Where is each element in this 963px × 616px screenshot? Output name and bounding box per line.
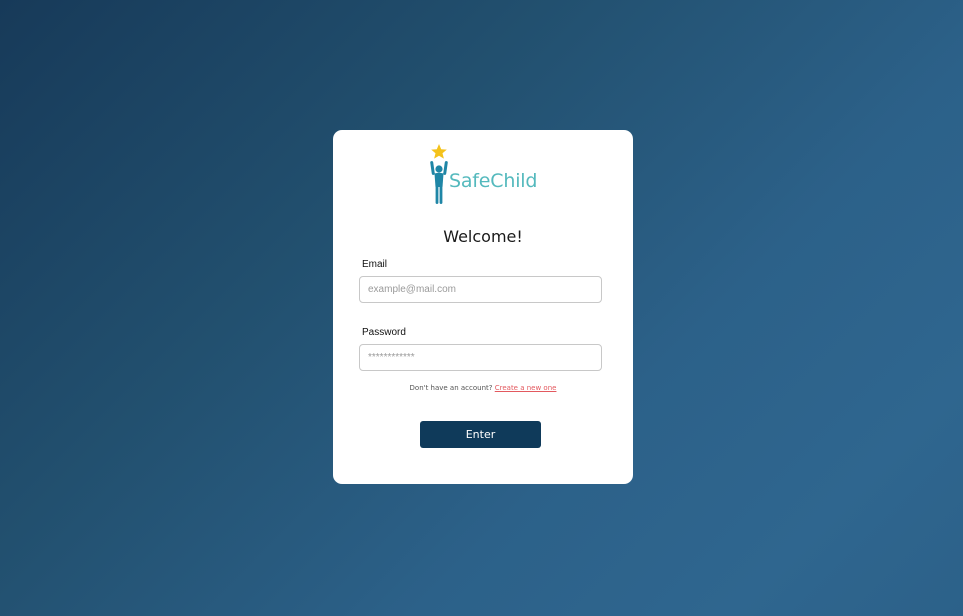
password-field[interactable] — [359, 344, 602, 371]
brand-name: SafeChild — [449, 170, 538, 192]
email-field[interactable] — [359, 276, 602, 303]
star-icon — [431, 144, 447, 159]
signup-prompt-row: Don't have an account? Create a new one — [333, 384, 633, 392]
signup-prompt-text: Don't have an account? — [409, 384, 493, 392]
create-account-link[interactable]: Create a new one — [495, 384, 557, 392]
enter-button[interactable]: Enter — [420, 421, 541, 448]
welcome-title: Welcome! — [443, 227, 523, 246]
login-card: SafeChild Welcome! Email Password Don't … — [333, 130, 633, 484]
email-label: Email — [362, 259, 388, 270]
child-figure-icon — [430, 161, 448, 204]
safechild-logo: SafeChild — [429, 143, 539, 207]
password-label: Password — [362, 327, 406, 338]
